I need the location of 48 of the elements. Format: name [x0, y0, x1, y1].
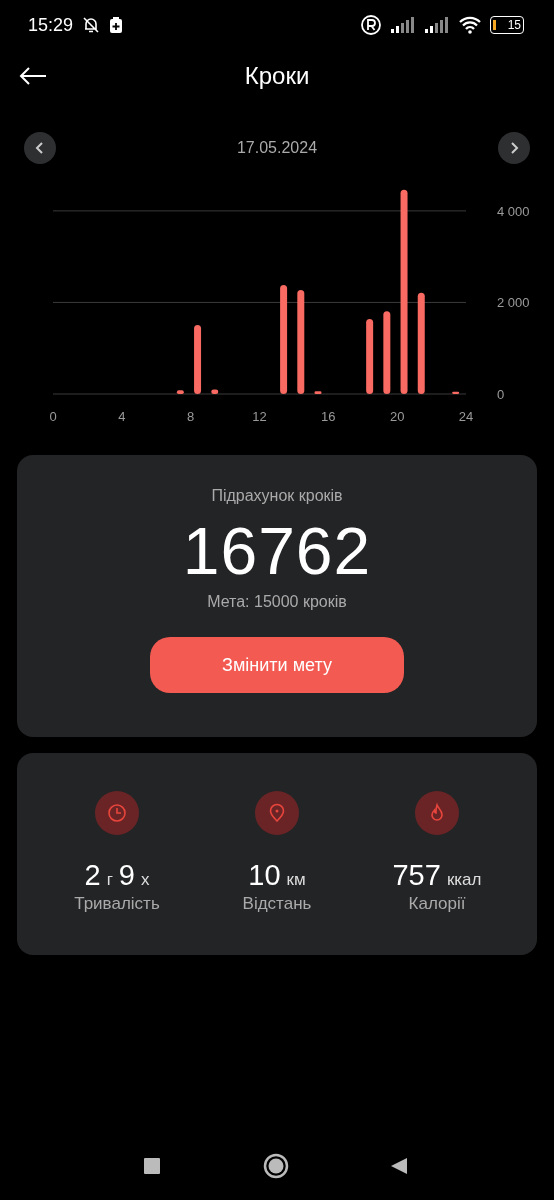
status-time: 15:29: [28, 14, 74, 36]
previous-day-button[interactable]: [24, 132, 56, 164]
stat-value: 9: [118, 859, 135, 892]
y-axis-label: 4 000: [497, 203, 530, 219]
x-axis-label: 0: [49, 409, 57, 424]
stat-label: Відстань: [242, 894, 312, 914]
chevron-left-icon: [35, 142, 45, 154]
chart-bar: [194, 324, 202, 394]
stat-unit: г: [106, 870, 113, 890]
signal-icon: [424, 17, 450, 33]
page-title: Кроки: [244, 62, 310, 90]
wifi-icon: [458, 16, 482, 34]
x-axis-label: 12: [252, 409, 267, 424]
back-icon[interactable]: [390, 1157, 408, 1175]
stat-value: 757: [392, 859, 441, 892]
x-axis-label: 24: [458, 409, 474, 424]
recents-icon[interactable]: [143, 1157, 161, 1175]
next-day-button[interactable]: [498, 132, 530, 164]
chevron-right-icon: [509, 142, 519, 154]
stat-label: Тривалість: [74, 894, 160, 914]
back-arrow-icon[interactable]: [19, 66, 47, 86]
chart-bar: [211, 389, 219, 394]
chart-bar: [176, 390, 184, 394]
x-axis-label: 16: [321, 409, 336, 424]
x-axis-label: 4: [118, 409, 126, 424]
y-axis-label: 2 000: [497, 295, 530, 311]
stat-unit: км: [286, 870, 306, 890]
goal-text: Мета: 15000 кроків: [207, 593, 347, 611]
battery-saver-icon: [109, 16, 124, 34]
stat-value: 10: [248, 859, 281, 892]
chart-bar: [452, 391, 460, 394]
registered-icon: [360, 14, 382, 36]
signal-icon: [390, 17, 416, 33]
clock-icon: [106, 802, 128, 824]
stat-unit: х: [141, 870, 150, 890]
step-count: 16762: [182, 513, 372, 589]
y-axis-label: 0: [497, 387, 505, 402]
battery-indicator: 15: [490, 16, 524, 34]
x-axis-label: 20: [389, 409, 405, 424]
stat-unit: ккал: [446, 870, 482, 890]
x-axis-label: 8: [187, 409, 195, 424]
change-goal-button[interactable]: Змінити мету: [150, 637, 404, 693]
chart-bar: [314, 391, 322, 394]
steps-label: Підрахунок кроків: [211, 487, 343, 505]
date-label: 17.05.2024: [236, 139, 318, 157]
stat-value: 2: [84, 859, 101, 892]
stat-label: Калорії: [408, 894, 466, 914]
home-icon[interactable]: [262, 1153, 289, 1179]
